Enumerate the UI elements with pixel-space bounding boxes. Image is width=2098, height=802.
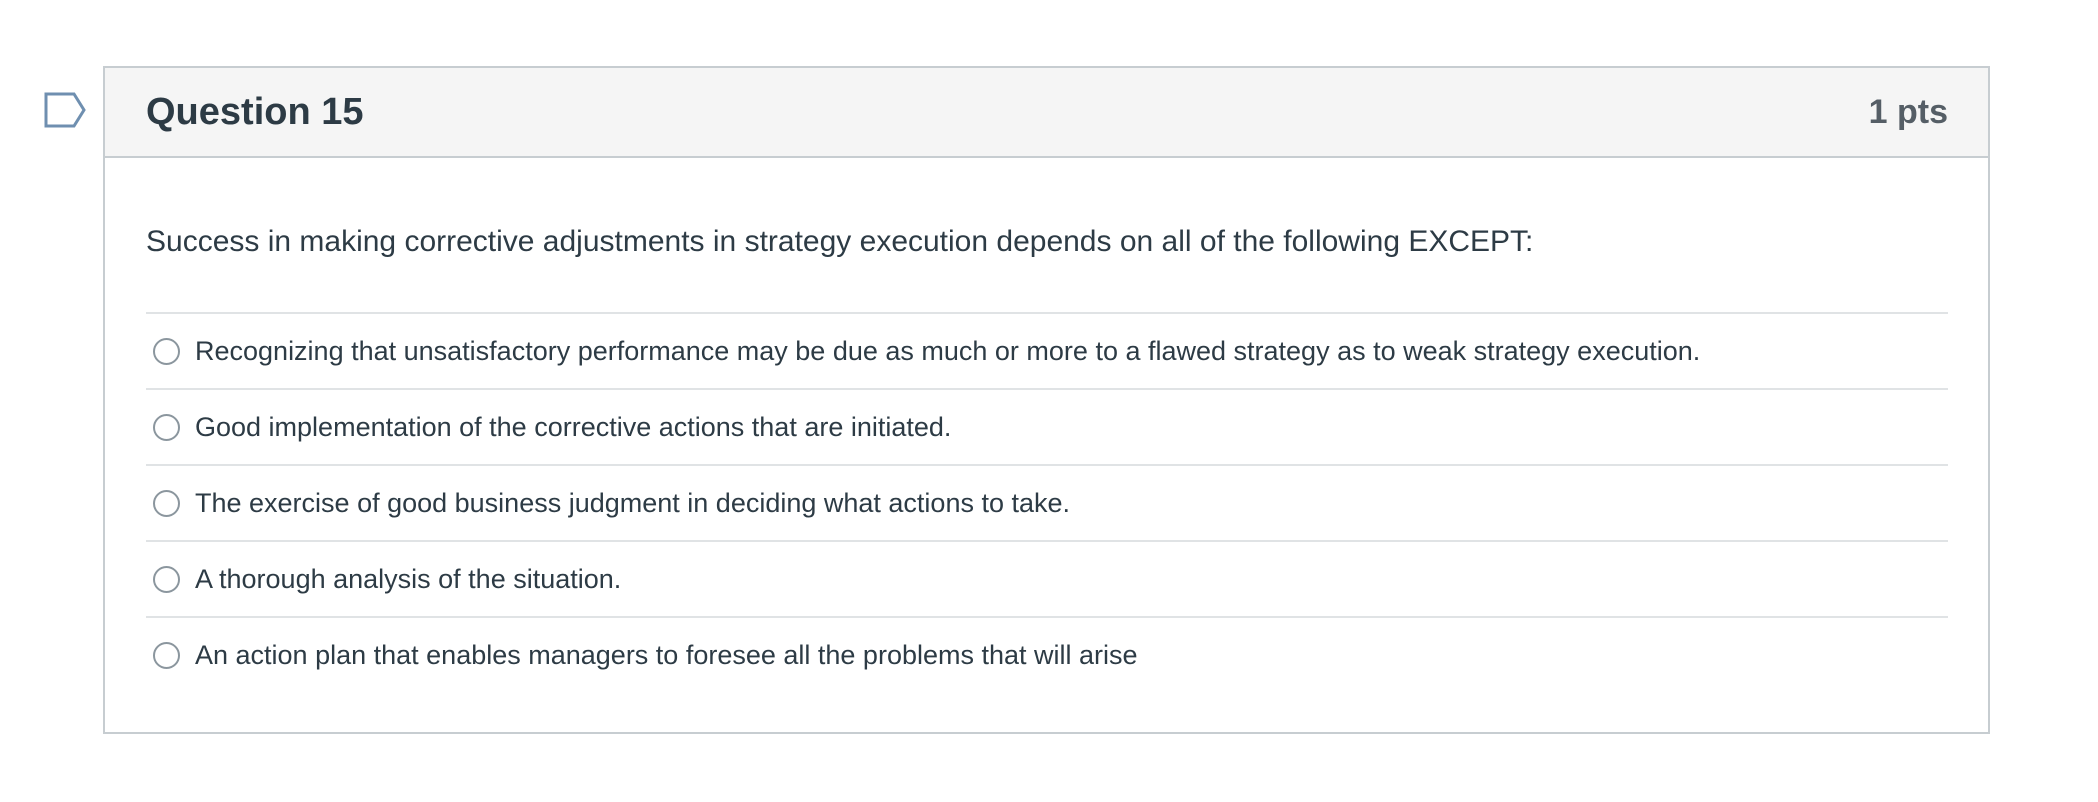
- question-card: Question 15 1 pts Success in making corr…: [103, 66, 1990, 734]
- answer-label: Good implementation of the corrective ac…: [195, 411, 952, 442]
- question-points: 1 pts: [1868, 92, 1948, 131]
- radio-button[interactable]: [153, 489, 180, 517]
- flag-question-icon[interactable]: [44, 92, 88, 130]
- question-text: Success in making corrective adjustments…: [146, 225, 1534, 258]
- answer-label: The exercise of good business judgment i…: [195, 487, 1071, 518]
- answer-label: Recognizing that unsatisfactory performa…: [195, 335, 1701, 366]
- answer-label: An action plan that enables managers to …: [195, 639, 1138, 670]
- question-body: Success in making corrective adjustments…: [105, 222, 1988, 692]
- radio-button[interactable]: [153, 413, 180, 441]
- radio-button[interactable]: [153, 565, 180, 593]
- question-header: Question 15 1 pts: [105, 68, 1988, 158]
- radio-button[interactable]: [153, 337, 180, 365]
- answer-label: A thorough analysis of the situation.: [195, 563, 622, 594]
- answer-option[interactable]: Recognizing that unsatisfactory performa…: [146, 314, 1948, 390]
- answer-option[interactable]: The exercise of good business judgment i…: [146, 466, 1948, 542]
- question-title: Question 15: [146, 90, 364, 133]
- answer-list: Recognizing that unsatisfactory performa…: [146, 312, 1948, 692]
- answer-option[interactable]: A thorough analysis of the situation.: [146, 542, 1948, 618]
- answer-option[interactable]: An action plan that enables managers to …: [146, 618, 1948, 692]
- answer-option[interactable]: Good implementation of the corrective ac…: [146, 390, 1948, 466]
- radio-button[interactable]: [153, 641, 180, 669]
